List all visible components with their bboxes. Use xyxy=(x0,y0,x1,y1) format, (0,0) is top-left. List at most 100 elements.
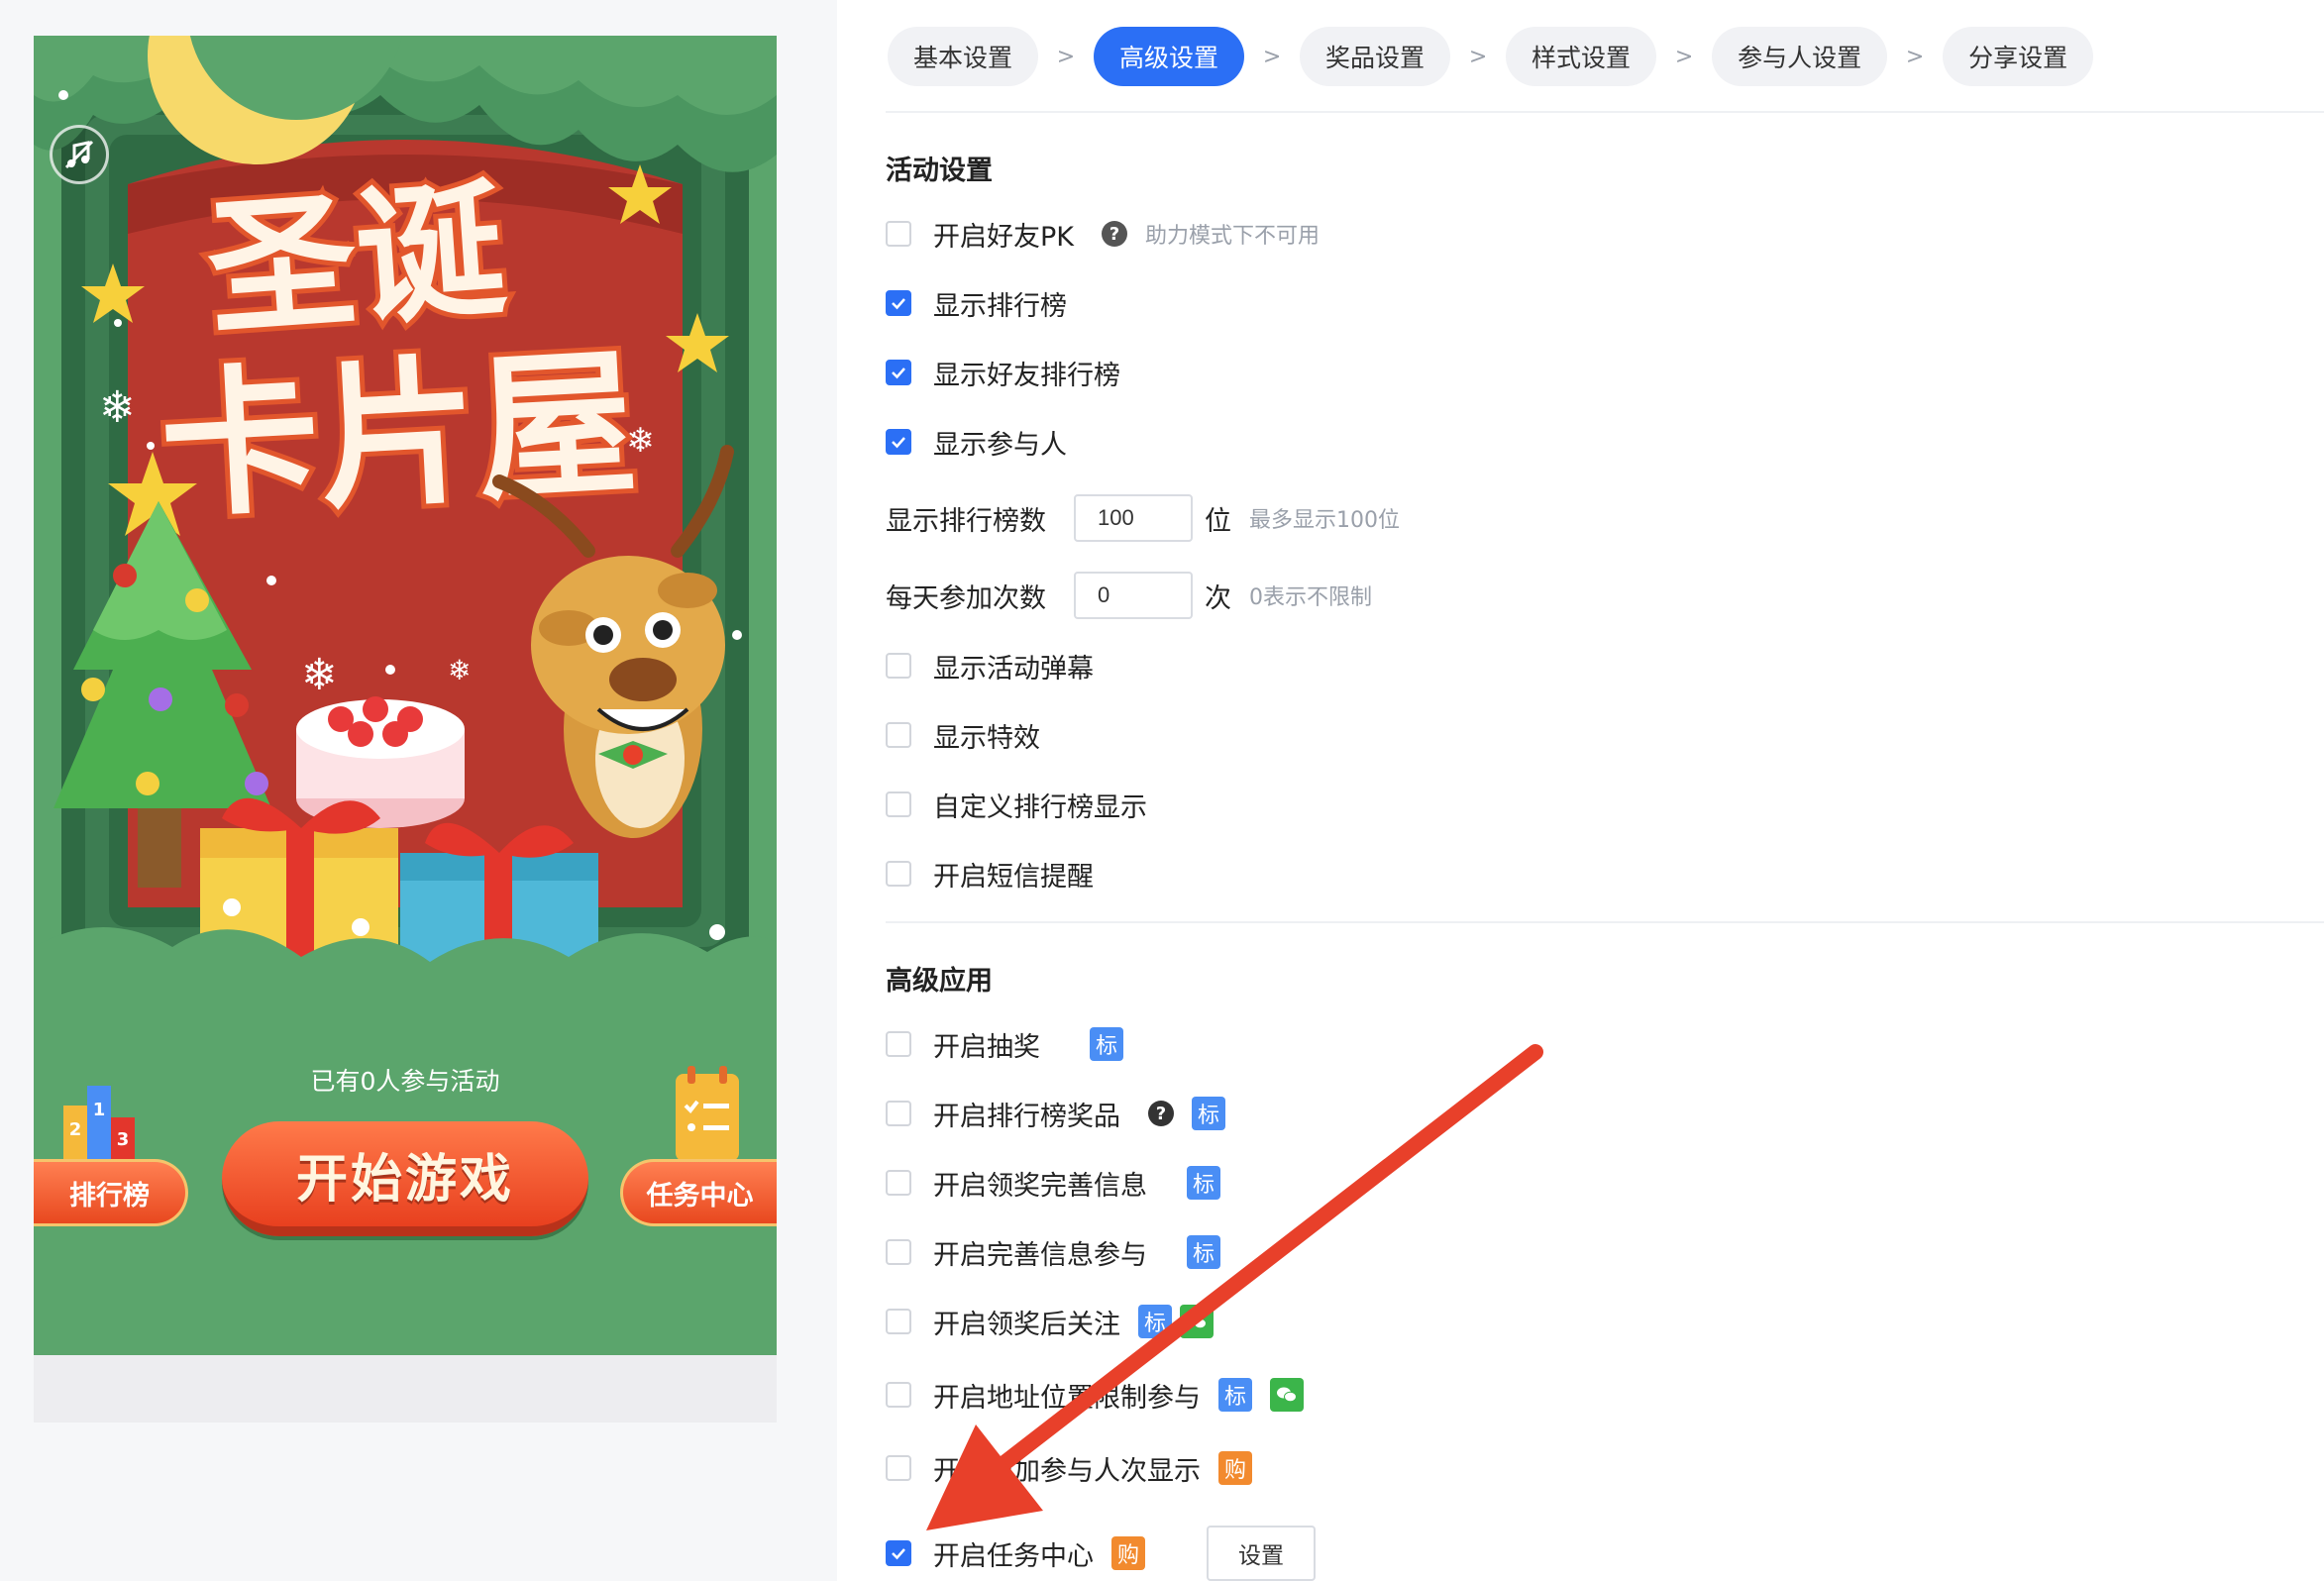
count-display-label: 开启增加参与人次显示 xyxy=(933,1455,1201,1487)
checkmark-icon xyxy=(892,437,905,449)
show-friend-ranking-row: 显示好友排行榜 xyxy=(886,353,1120,392)
daily-times-label: 每天参加次数 xyxy=(886,582,1046,614)
friend-pk-hint: 助力模式下不可用 xyxy=(1145,224,1320,249)
svg-text:❄: ❄ xyxy=(301,650,338,700)
standard-tag: 标 xyxy=(1218,1378,1252,1412)
standard-tag: 标 xyxy=(1187,1166,1220,1200)
step-share-settings[interactable]: 分享设置 xyxy=(1943,27,2094,86)
count-display-checkbox[interactable] xyxy=(886,1455,911,1481)
show-ranking-label: 显示排行榜 xyxy=(933,290,1067,322)
friend-pk-label: 开启好友PK xyxy=(933,221,1074,253)
wechat-tag xyxy=(1270,1378,1304,1412)
ranking-prize-checkbox[interactable] xyxy=(886,1101,911,1126)
task-center-label: 开启任务中心 xyxy=(933,1540,1094,1572)
task-center-checkbox[interactable] xyxy=(886,1540,911,1566)
checkmark-icon xyxy=(892,368,905,379)
show-friend-ranking-checkbox[interactable] xyxy=(886,360,911,385)
task-center-button[interactable]: 任务中心 xyxy=(620,1159,777,1226)
follow-after-prize-checkbox[interactable] xyxy=(886,1309,911,1334)
activity-preview: ❄ ❄ ❄ ❄ 圣诞 卡片屋 已有0人参与活动 2 1 3 排行榜 任务中心 开… xyxy=(34,36,777,1423)
poster-title-line2: 卡片屋 xyxy=(157,330,641,540)
music-toggle-button[interactable] xyxy=(50,125,109,184)
step-advanced-settings[interactable]: 高级设置 xyxy=(1094,27,1245,86)
show-barrage-label: 显示活动弹幕 xyxy=(933,653,1094,685)
show-participants-label: 显示参与人 xyxy=(933,429,1067,461)
step-separator: > xyxy=(1056,44,1076,69)
daily-times-input[interactable] xyxy=(1074,572,1193,619)
step-separator: > xyxy=(1262,44,1282,69)
daily-times-hint: 0表示不限制 xyxy=(1249,585,1372,610)
prize-info-checkbox[interactable] xyxy=(886,1170,911,1196)
ranking-count-hint: 最多显示100位 xyxy=(1249,508,1400,533)
show-barrage-checkbox[interactable] xyxy=(886,653,911,679)
show-participants-checkbox[interactable] xyxy=(886,429,911,455)
advanced-apps-title: 高级应用 xyxy=(886,966,993,997)
custom-ranking-row: 自定义排行榜显示 xyxy=(886,785,1147,824)
step-separator: > xyxy=(1905,44,1925,69)
sms-reminder-row: 开启短信提醒 xyxy=(886,854,1094,894)
step-prize-settings[interactable]: 奖品设置 xyxy=(1300,27,1451,86)
settings-steps: 基本设置 > 高级设置 > 奖品设置 > 样式设置 > 参与人设置 > 分享设置 xyxy=(888,26,2094,87)
location-limit-checkbox[interactable] xyxy=(886,1382,911,1408)
podium-icon: 2 1 3 xyxy=(63,1086,135,1165)
sms-reminder-label: 开启短信提醒 xyxy=(933,861,1094,893)
show-participants-row: 显示参与人 xyxy=(886,422,1067,462)
show-effects-row: 显示特效 xyxy=(886,715,1040,755)
lottery-row: 开启抽奖 标 xyxy=(886,1024,1123,1064)
show-ranking-row: 显示排行榜 xyxy=(886,283,1067,323)
follow-after-prize-label: 开启领奖后关注 xyxy=(933,1309,1120,1340)
show-ranking-checkbox[interactable] xyxy=(886,290,911,316)
friend-pk-row: 开启好友PK ? 助力模式下不可用 xyxy=(886,214,1320,254)
task-list-icon xyxy=(676,1066,739,1161)
location-limit-label: 开启地址位置限制参与 xyxy=(933,1382,1201,1414)
wechat-icon xyxy=(1277,1387,1297,1403)
lottery-label: 开启抽奖 xyxy=(933,1031,1040,1063)
activity-settings-title: 活动设置 xyxy=(886,156,993,186)
preview-footer xyxy=(34,1355,777,1423)
step-style-settings[interactable]: 样式设置 xyxy=(1506,27,1657,86)
ranking-prize-row: 开启排行榜奖品 ? 标 xyxy=(886,1094,1225,1133)
prize-info-label: 开启领奖完善信息 xyxy=(933,1170,1147,1202)
ranking-count-input[interactable] xyxy=(1074,494,1193,542)
count-display-row: 开启增加参与人次显示 购 xyxy=(886,1448,1252,1488)
location-limit-row: 开启地址位置限制参与 标 xyxy=(886,1375,1304,1415)
participants-count: 已有0人参与活动 xyxy=(310,1067,500,1096)
ranking-count-label: 显示排行榜数 xyxy=(886,505,1046,537)
custom-ranking-checkbox[interactable] xyxy=(886,791,911,817)
info-participate-checkbox[interactable] xyxy=(886,1239,911,1265)
poster-title-line1: 圣诞 xyxy=(202,164,511,358)
sms-reminder-checkbox[interactable] xyxy=(886,861,911,887)
wechat-tag xyxy=(1180,1305,1214,1338)
divider xyxy=(886,111,2324,113)
ranking-button[interactable]: 排行榜 xyxy=(34,1159,188,1226)
svg-text:❄: ❄ xyxy=(448,654,471,686)
help-icon[interactable]: ? xyxy=(1148,1101,1174,1126)
task-center-row: 开启任务中心 购 设置 xyxy=(886,1526,1316,1581)
purchase-tag: 购 xyxy=(1111,1536,1145,1570)
step-separator: > xyxy=(1468,44,1488,69)
music-off-icon xyxy=(64,140,94,169)
follow-after-prize-row: 开启领奖后关注 标 xyxy=(886,1302,1214,1341)
custom-ranking-label: 自定义排行榜显示 xyxy=(933,791,1147,823)
daily-times-unit: 次 xyxy=(1205,582,1231,614)
task-center-settings-button[interactable]: 设置 xyxy=(1207,1526,1316,1581)
step-separator: > xyxy=(1674,44,1694,69)
checkmark-icon xyxy=(892,1548,905,1560)
step-participant-settings[interactable]: 参与人设置 xyxy=(1712,27,1888,86)
lottery-checkbox[interactable] xyxy=(886,1031,911,1057)
checkmark-icon xyxy=(892,298,905,310)
step-basic-settings[interactable]: 基本设置 xyxy=(888,27,1039,86)
help-icon[interactable]: ? xyxy=(1102,221,1127,247)
purchase-tag: 购 xyxy=(1218,1451,1252,1485)
daily-times-row: 每天参加次数 次 0表示不限制 xyxy=(886,571,1372,620)
friend-pk-checkbox[interactable] xyxy=(886,221,911,247)
divider xyxy=(886,921,2324,923)
wechat-icon xyxy=(1187,1314,1207,1329)
show-barrage-row: 显示活动弹幕 xyxy=(886,646,1094,685)
info-participate-row: 开启完善信息参与 标 xyxy=(886,1232,1220,1272)
start-game-button[interactable]: 开始游戏 xyxy=(222,1121,588,1236)
show-effects-checkbox[interactable] xyxy=(886,722,911,748)
podium-number-1: 1 xyxy=(93,1100,106,1120)
standard-tag: 标 xyxy=(1138,1305,1172,1338)
info-participate-label: 开启完善信息参与 xyxy=(933,1239,1147,1271)
